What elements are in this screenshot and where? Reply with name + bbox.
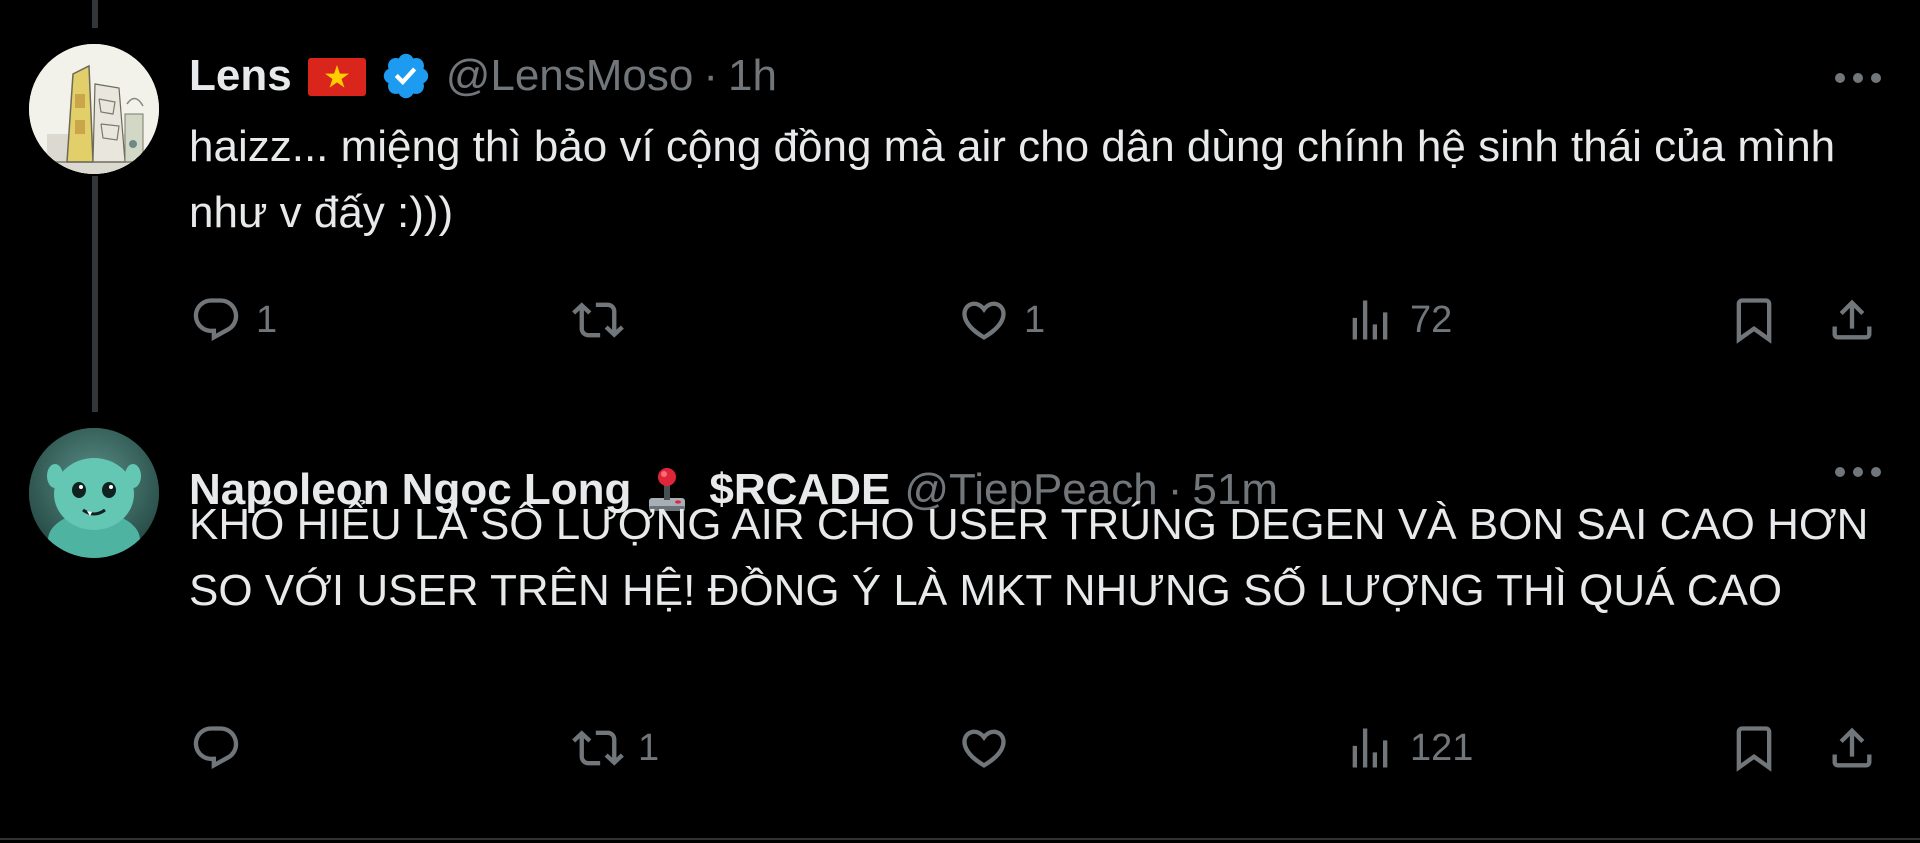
retweet-count: 1: [638, 726, 660, 769]
reply-count: 1: [256, 298, 278, 341]
like-button[interactable]: 1: [958, 290, 1045, 350]
bookmark-icon: [1736, 726, 1772, 772]
analytics-icon: [1352, 728, 1388, 768]
retweet-icon: [572, 730, 624, 766]
display-name[interactable]: Lens: [189, 51, 292, 101]
vietnam-flag-icon: [307, 57, 366, 96]
like-count: 1: [1024, 298, 1046, 341]
retweet-icon: [572, 302, 624, 338]
share-button[interactable]: [1826, 290, 1878, 350]
timestamp[interactable]: 1h: [728, 51, 777, 101]
reply-button[interactable]: 1: [190, 290, 277, 350]
heart-icon: [962, 729, 1006, 768]
bookmark-button[interactable]: [1728, 718, 1780, 778]
views-button[interactable]: 121: [1344, 718, 1473, 778]
tweet-text: KHÓ HIỂU LÀ SỐ LƯỢNG AIR CHO USER TRÚNG …: [189, 500, 1869, 615]
bookmark-button[interactable]: [1728, 290, 1780, 350]
view-count: 121: [1410, 726, 1474, 769]
verified-badge-icon[interactable]: [380, 50, 432, 102]
tweet-actions: 1 121: [0, 718, 1920, 778]
user-handle[interactable]: @LensMoso: [446, 51, 694, 101]
like-button[interactable]: [958, 718, 1024, 778]
analytics-icon: [1352, 300, 1388, 340]
tweet[interactable]: Lens @LensMoso · 1h haizz... miệng thì b…: [0, 0, 1920, 412]
reply-button[interactable]: [190, 718, 256, 778]
more-options-icon[interactable]: [1834, 70, 1882, 86]
share-icon: [1832, 299, 1872, 340]
share-button[interactable]: [1826, 718, 1878, 778]
reply-icon: [193, 726, 239, 770]
retweet-button[interactable]: 1: [572, 718, 659, 778]
views-button[interactable]: 72: [1344, 290, 1452, 350]
retweet-button[interactable]: [572, 290, 638, 350]
avatar[interactable]: [29, 428, 159, 558]
view-count: 72: [1410, 298, 1453, 341]
tweet-actions: 1 1 72: [0, 290, 1920, 350]
share-icon: [1832, 727, 1872, 768]
avatar[interactable]: [29, 44, 159, 174]
heart-icon: [962, 301, 1006, 340]
tweet-text: haizz... miệng thì bảo ví cộng đồng mà a…: [189, 122, 1836, 237]
separator-dot: ·: [703, 51, 719, 100]
divider: [0, 838, 1920, 840]
bookmark-icon: [1736, 298, 1772, 344]
reply-icon: [193, 298, 239, 342]
tweet-header: Lens @LensMoso · 1h: [189, 44, 1720, 108]
more-options-icon[interactable]: [1834, 464, 1882, 480]
tweet[interactable]: Napoleon Ngọc Long $RCADE @TiepPeach · 5…: [0, 412, 1920, 840]
